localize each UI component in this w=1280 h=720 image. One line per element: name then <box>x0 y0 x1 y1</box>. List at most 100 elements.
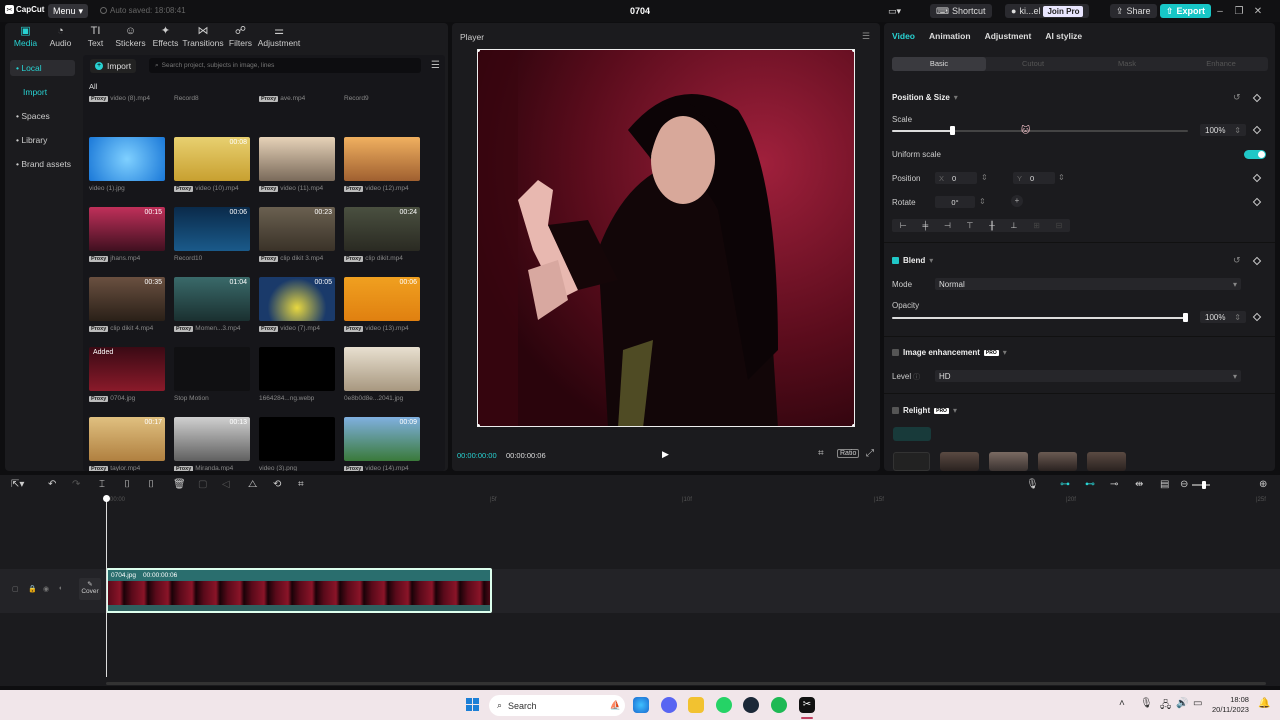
battery-icon[interactable]: ▭ <box>1193 698 1202 709</box>
reset-icon[interactable]: ↺ <box>1233 92 1241 103</box>
media-item[interactable]: Proxy video (11).mp4 <box>259 137 335 192</box>
distribute-v-icon[interactable]: ⊟ <box>1055 221 1062 230</box>
tab-stickers[interactable]: ☺ Stickers <box>113 23 148 51</box>
relight-preset[interactable] <box>893 427 931 441</box>
capcut-taskbar-icon[interactable]: ✂ <box>799 697 815 713</box>
blend-checkbox[interactable] <box>892 257 899 264</box>
align-right-icon[interactable]: ⊣ <box>944 221 951 230</box>
align-bottom-icon[interactable]: ⊥ <box>1010 221 1017 230</box>
opacity-slider[interactable] <box>892 313 1188 322</box>
level-select[interactable]: HD ▾ <box>935 370 1241 382</box>
tab-media[interactable]: ▣ Media <box>8 23 43 51</box>
playhead-handle[interactable] <box>103 495 110 502</box>
spotify-icon[interactable] <box>771 697 787 713</box>
media-search-input[interactable]: ⌕ Search project, subjects in image, line… <box>149 58 421 73</box>
resize-handle[interactable] <box>852 424 854 426</box>
track-visibility-icon[interactable]: ▢ <box>12 585 19 593</box>
keyframe-icon[interactable] <box>1252 125 1262 135</box>
windows-start-icon[interactable] <box>466 698 480 712</box>
steam-icon[interactable] <box>743 697 759 713</box>
reverse-icon[interactable]: ◁ <box>222 479 230 490</box>
edge-icon[interactable] <box>633 697 649 713</box>
lock-icon[interactable]: 🔒 <box>28 585 37 593</box>
relight-thumbnail[interactable] <box>1038 452 1077 471</box>
scale-value-field[interactable]: 100% ⇕ <box>1200 124 1246 136</box>
microphone-icon[interactable]: 🎙 <box>1140 698 1153 709</box>
link-icon[interactable]: ⊸ <box>1110 479 1118 490</box>
relight-checkbox[interactable] <box>892 407 899 414</box>
media-item[interactable]: 00:06 Proxy video (13).mp4 <box>344 277 420 332</box>
undo-icon[interactable]: ↶ <box>48 479 56 490</box>
shortcut-button[interactable]: ⌨ Shortcut <box>930 4 992 18</box>
stepper-icon[interactable]: ⇕ <box>981 173 988 182</box>
relight-thumbnail[interactable] <box>989 452 1028 471</box>
volume-icon[interactable]: 🔊 <box>1176 698 1188 709</box>
tab-transitions[interactable]: ⋈ Transitions <box>182 23 223 51</box>
file-explorer-icon[interactable] <box>688 697 704 713</box>
preview-canvas[interactable] <box>477 49 855 427</box>
image-enhancement-checkbox[interactable] <box>892 349 899 356</box>
position-y-field[interactable]: Y0 <box>1013 172 1055 184</box>
tab-audio[interactable]: ◔ Audio <box>43 23 78 51</box>
sidebar-item-import[interactable]: Import <box>10 84 75 100</box>
relight-thumbnail[interactable] <box>893 452 930 471</box>
media-item[interactable]: 00:35 Proxy clip dikit 4.mp4 <box>89 277 165 332</box>
align-center-v-icon[interactable]: ╫ <box>989 221 995 230</box>
stepper-icon[interactable]: ⇕ <box>979 197 986 206</box>
media-item[interactable]: Proxy video (12).mp4 <box>344 137 420 192</box>
taskbar-clock[interactable]: 18:08 20/11/2023 <box>1212 695 1249 715</box>
maximize-icon[interactable]: ❐ <box>1231 6 1247 17</box>
align-center-h-icon[interactable]: ╪ <box>922 221 928 230</box>
delete-icon[interactable]: 🗑 <box>173 479 186 490</box>
tab-filters[interactable]: ☍ Filters <box>223 23 258 51</box>
relight-thumbnail[interactable] <box>1087 452 1126 471</box>
resize-handle[interactable] <box>478 424 480 426</box>
tab-ai-stylize[interactable]: AI stylize <box>1045 31 1082 41</box>
minimize-icon[interactable]: – <box>1212 6 1228 17</box>
uniform-scale-toggle[interactable] <box>1244 150 1266 159</box>
fit-screen-icon[interactable]: ⌗ <box>818 448 824 459</box>
reset-icon[interactable]: ↺ <box>1233 255 1241 266</box>
stepper-icon[interactable]: ⇕ <box>1058 173 1065 182</box>
cover-button[interactable]: ✎ Cover <box>79 578 101 600</box>
zoom-fit-icon[interactable]: ⊕ <box>1259 479 1267 490</box>
chevron-up-icon[interactable]: ˄ <box>1119 698 1125 709</box>
keyframe-icon[interactable] <box>1252 312 1262 322</box>
scale-slider[interactable] <box>892 126 1188 135</box>
export-button[interactable]: ⇧ Export <box>1160 4 1212 18</box>
media-item[interactable]: video (1).jpg <box>89 137 165 192</box>
sidebar-item-library[interactable]: • Library <box>10 132 75 148</box>
tab-text[interactable]: TI Text <box>78 23 113 51</box>
keyframe-icon[interactable] <box>1252 173 1262 183</box>
subtab-enhance[interactable]: Enhance <box>1174 57 1268 71</box>
tab-adjustment[interactable]: Adjustment <box>985 31 1032 41</box>
playhead[interactable] <box>106 497 107 677</box>
keyframe-icon[interactable] <box>1252 93 1262 103</box>
opacity-value-field[interactable]: 100% ⇕ <box>1200 311 1246 323</box>
media-item[interactable]: 00:08 Proxy video (10).mp4 <box>174 137 250 192</box>
crop-icon[interactable]: ⌗ <box>298 479 304 490</box>
sidebar-item-brand-assets[interactable]: • Brand assets <box>10 156 75 172</box>
menu-button[interactable]: Menu ▾ <box>48 4 89 18</box>
rotate-icon[interactable]: ⟲ <box>273 479 281 490</box>
split-left-icon[interactable]: ⌷ <box>124 479 130 490</box>
ratio-button[interactable]: Ratio <box>837 449 860 458</box>
align-left-icon[interactable]: ⊢ <box>900 221 907 230</box>
preview-axis-icon[interactable]: ⇹ <box>1135 479 1143 490</box>
tab-video[interactable]: Video <box>892 31 915 41</box>
player-menu-icon[interactable]: ☰ <box>862 31 870 42</box>
split-right-icon[interactable]: ⌷ <box>148 479 154 490</box>
select-tool-icon[interactable]: ⇱▾ <box>11 479 24 490</box>
tab-adjustment[interactable]: ⚌ Adjustment <box>258 23 301 51</box>
media-item[interactable]: 00:24 Proxy clip dikit.mp4 <box>344 207 420 262</box>
play-icon[interactable]: ▶ <box>662 449 669 460</box>
media-item[interactable]: Added Proxy 0704.jpg <box>89 347 165 402</box>
notification-icon[interactable]: 🔔 <box>1258 698 1270 709</box>
discord-icon[interactable] <box>661 697 677 713</box>
align-top-icon[interactable]: ⊤ <box>966 221 973 230</box>
import-button[interactable]: + Import <box>90 59 137 73</box>
media-item[interactable]: 00:09 Proxy video (14).mp4 <box>344 417 420 471</box>
media-item[interactable]: 01:04 Proxy Momen...3.mp4 <box>174 277 250 332</box>
subtab-mask[interactable]: Mask <box>1080 57 1174 71</box>
keyframe-icon[interactable] <box>1252 197 1262 207</box>
